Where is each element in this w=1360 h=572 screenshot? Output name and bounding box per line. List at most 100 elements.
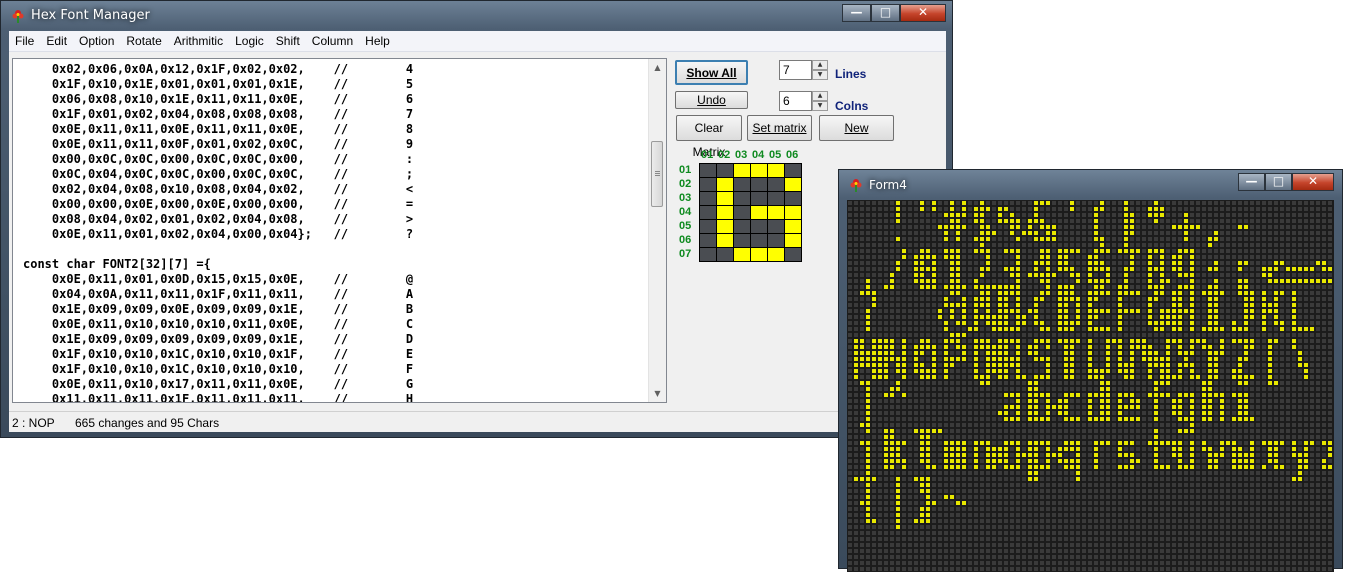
code-line[interactable]: 0x0E,0x11,0x10,0x17,0x11,0x11,0x0E, // G xyxy=(23,377,649,392)
minimize-button[interactable]: — xyxy=(842,4,871,22)
matrix-cell[interactable] xyxy=(700,248,716,261)
matrix-cell[interactable] xyxy=(700,220,716,233)
code-line[interactable]: 0x1F,0x10,0x1E,0x01,0x01,0x01,0x1E, // 5 xyxy=(23,77,649,92)
lines-input[interactable] xyxy=(779,60,812,80)
form4-minimize-button[interactable]: — xyxy=(1238,173,1265,191)
matrix-cell[interactable] xyxy=(751,192,767,205)
matrix-cell[interactable] xyxy=(768,206,784,219)
matrix-cell[interactable] xyxy=(734,164,750,177)
vertical-scrollbar[interactable]: ▲ ▼ xyxy=(648,59,666,402)
code-line[interactable]: 0x11,0x11,0x11,0x1F,0x11,0x11,0x11, // H xyxy=(23,392,649,402)
code-line[interactable]: 0x00,0x0C,0x0C,0x00,0x0C,0x0C,0x00, // : xyxy=(23,152,649,167)
code-line[interactable]: 0x0E,0x11,0x01,0x02,0x04,0x00,0x04}; // … xyxy=(23,227,649,242)
code-line[interactable]: 0x02,0x06,0x0A,0x12,0x1F,0x02,0x02, // 4 xyxy=(23,62,649,77)
scroll-down-icon[interactable]: ▼ xyxy=(649,385,666,402)
code-line[interactable]: 0x06,0x08,0x10,0x1E,0x11,0x11,0x0E, // 6 xyxy=(23,92,649,107)
menu-arithmitic[interactable]: Arithmitic xyxy=(168,31,229,48)
maximize-button[interactable]: □ xyxy=(871,4,900,22)
code-line[interactable]: 0x1F,0x01,0x02,0x04,0x08,0x08,0x08, // 7 xyxy=(23,107,649,122)
show-all-button[interactable]: Show All xyxy=(675,60,748,85)
code-line[interactable]: 0x1E,0x09,0x09,0x09,0x09,0x09,0x1E, // D xyxy=(23,332,649,347)
code-line[interactable]: 0x0E,0x11,0x10,0x10,0x10,0x11,0x0E, // C xyxy=(23,317,649,332)
matrix-cell[interactable] xyxy=(751,220,767,233)
matrix-cell[interactable] xyxy=(717,206,733,219)
menu-help[interactable]: Help xyxy=(359,31,396,48)
matrix-cell[interactable] xyxy=(785,164,801,177)
matrix-cell[interactable] xyxy=(734,234,750,247)
matrix-cell[interactable] xyxy=(700,234,716,247)
matrix-cell[interactable] xyxy=(785,206,801,219)
scroll-up-icon[interactable]: ▲ xyxy=(649,59,666,76)
form4-title-bar[interactable]: Form4 — □ ✕ xyxy=(839,170,1342,200)
undo-button[interactable]: Undo xyxy=(675,91,748,109)
matrix-cell[interactable] xyxy=(768,234,784,247)
matrix-cell[interactable] xyxy=(700,206,716,219)
menu-edit[interactable]: Edit xyxy=(40,31,73,48)
code-line[interactable]: 0x1E,0x09,0x09,0x0E,0x09,0x09,0x1E, // B xyxy=(23,302,649,317)
code-line[interactable]: 0x08,0x04,0x02,0x01,0x02,0x04,0x08, // > xyxy=(23,212,649,227)
matrix-cell[interactable] xyxy=(785,192,801,205)
code-line[interactable] xyxy=(23,242,649,257)
matrix-cell[interactable] xyxy=(700,164,716,177)
code-line[interactable]: 0x0E,0x11,0x11,0x0E,0x11,0x11,0x0E, // 8 xyxy=(23,122,649,137)
matrix-cell[interactable] xyxy=(734,192,750,205)
menu-rotate[interactable]: Rotate xyxy=(120,31,167,48)
matrix-cell[interactable] xyxy=(751,234,767,247)
set-matrix-button[interactable]: Set matrix xyxy=(747,115,812,141)
clear-matrix-button[interactable]: Clear Matrix xyxy=(676,115,742,141)
colns-up-icon[interactable]: ▲ xyxy=(812,91,828,101)
code-line[interactable]: 0x1F,0x10,0x10,0x1C,0x10,0x10,0x1F, // E xyxy=(23,347,649,362)
code-line[interactable]: 0x0E,0x11,0x11,0x0F,0x01,0x02,0x0C, // 9 xyxy=(23,137,649,152)
matrix-cell[interactable] xyxy=(700,178,716,191)
matrix-cell[interactable] xyxy=(717,164,733,177)
close-button[interactable]: ✕ xyxy=(900,4,946,22)
matrix-cell[interactable] xyxy=(751,248,767,261)
matrix-cell[interactable] xyxy=(717,220,733,233)
colns-down-icon[interactable]: ▼ xyxy=(812,101,828,111)
code-line[interactable]: 0x0E,0x11,0x01,0x0D,0x15,0x15,0x0E, // @ xyxy=(23,272,649,287)
menu-logic[interactable]: Logic xyxy=(229,31,270,48)
matrix-cell[interactable] xyxy=(717,192,733,205)
code-line[interactable]: 0x04,0x0A,0x11,0x11,0x1F,0x11,0x11, // A xyxy=(23,287,649,302)
form4-maximize-button[interactable]: □ xyxy=(1265,173,1292,191)
code-line[interactable]: 0x00,0x00,0x0E,0x00,0x0E,0x00,0x00, // = xyxy=(23,197,649,212)
form4-close-button[interactable]: ✕ xyxy=(1292,173,1334,191)
matrix-cell[interactable] xyxy=(700,192,716,205)
colns-spinner[interactable]: ▲ ▼ xyxy=(779,91,827,113)
menu-shift[interactable]: Shift xyxy=(270,31,306,48)
lines-spinner[interactable]: ▲ ▼ xyxy=(779,60,827,82)
code-line[interactable]: 0x0C,0x04,0x0C,0x0C,0x00,0x0C,0x0C, // ; xyxy=(23,167,649,182)
matrix-cell[interactable] xyxy=(734,178,750,191)
matrix-cell[interactable] xyxy=(768,220,784,233)
matrix-cell[interactable] xyxy=(768,192,784,205)
pixel-matrix[interactable] xyxy=(699,163,802,262)
code-text[interactable]: 0x02,0x06,0x0A,0x12,0x1F,0x02,0x02, // 4… xyxy=(13,59,649,402)
matrix-cell[interactable] xyxy=(785,220,801,233)
matrix-cell[interactable] xyxy=(785,178,801,191)
code-editor[interactable]: 0x02,0x06,0x0A,0x12,0x1F,0x02,0x02, // 4… xyxy=(12,58,667,403)
matrix-cell[interactable] xyxy=(717,248,733,261)
new-button[interactable]: New xyxy=(819,115,894,141)
lines-up-icon[interactable]: ▲ xyxy=(812,60,828,70)
lines-down-icon[interactable]: ▼ xyxy=(812,70,828,80)
code-line[interactable]: const char FONT2[32][7] ={ xyxy=(23,257,649,272)
menu-file[interactable]: File xyxy=(9,31,40,48)
matrix-cell[interactable] xyxy=(768,248,784,261)
matrix-cell[interactable] xyxy=(734,206,750,219)
matrix-cell[interactable] xyxy=(751,178,767,191)
matrix-cell[interactable] xyxy=(785,248,801,261)
scroll-thumb[interactable] xyxy=(651,141,663,207)
menu-column[interactable]: Column xyxy=(306,31,359,48)
menu-option[interactable]: Option xyxy=(73,31,120,48)
matrix-cell[interactable] xyxy=(717,234,733,247)
matrix-cell[interactable] xyxy=(785,234,801,247)
code-line[interactable]: 0x02,0x04,0x08,0x10,0x08,0x04,0x02, // < xyxy=(23,182,649,197)
matrix-cell[interactable] xyxy=(768,178,784,191)
matrix-cell[interactable] xyxy=(734,220,750,233)
colns-input[interactable] xyxy=(779,91,812,111)
matrix-cell[interactable] xyxy=(734,248,750,261)
matrix-cell[interactable] xyxy=(717,178,733,191)
matrix-cell[interactable] xyxy=(768,164,784,177)
matrix-cell[interactable] xyxy=(751,206,767,219)
title-bar[interactable]: Hex Font Manager — □ ✕ xyxy=(1,1,952,31)
